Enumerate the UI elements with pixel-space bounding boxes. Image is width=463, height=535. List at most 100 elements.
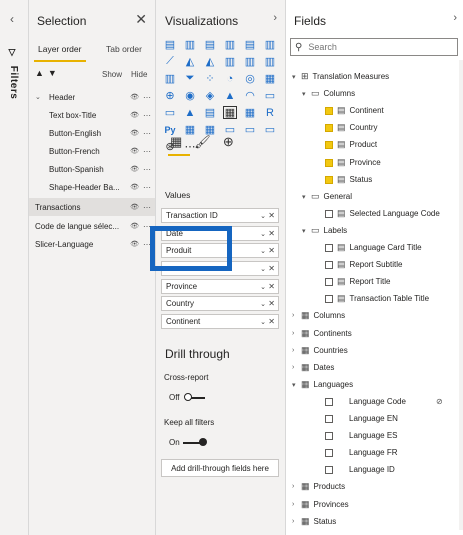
field-row[interactable]: ▤ Province	[316, 154, 381, 171]
remove-icon[interactable]: ✕	[268, 229, 275, 238]
field-row[interactable]: › ▦ Continents	[292, 325, 352, 342]
ribbon-icon[interactable]: ▥	[263, 55, 277, 68]
treemap-icon[interactable]: ▦	[263, 72, 277, 85]
paginated-icon[interactable]: ▭	[263, 123, 277, 136]
expand-toggle-icon[interactable]: ▾	[302, 227, 311, 235]
eye-icon[interactable]: 👁	[130, 203, 139, 211]
eye-icon[interactable]: 👁	[130, 93, 139, 101]
chevron-left-icon[interactable]: ‹	[10, 12, 14, 26]
expand-toggle-icon[interactable]: ▾	[302, 193, 311, 201]
line-clustered-icon[interactable]: ▥	[243, 55, 257, 68]
close-icon[interactable]: ✕	[135, 11, 147, 28]
field-row[interactable]: ▤ Transaction Table Title	[316, 290, 429, 307]
field-checkbox[interactable]	[325, 106, 333, 115]
field-checkbox[interactable]	[325, 175, 333, 184]
field-row[interactable]: ▤ Selected Language Code	[316, 205, 440, 222]
field-row[interactable]: Language FR	[316, 444, 397, 461]
chevron-down-icon[interactable]: ⌄	[260, 318, 266, 326]
selection-item[interactable]: Slicer-Language 👁 ⋯	[29, 235, 155, 253]
filters-label[interactable]: ▽ Filters	[8, 48, 19, 99]
gauge-icon[interactable]: ◠	[243, 89, 257, 102]
remove-icon[interactable]: ✕	[268, 299, 275, 308]
card-icon[interactable]: ▭	[263, 89, 277, 102]
more-options-icon[interactable]: ⋯	[143, 147, 151, 156]
chevron-down-icon[interactable]: ⌄	[260, 265, 266, 273]
chevron-down-icon[interactable]: ⌄	[260, 300, 266, 308]
value-well[interactable]: Transaction ID ⌄ ✕	[161, 208, 279, 223]
move-down-icon[interactable]: ▼	[48, 68, 61, 78]
selection-item[interactable]: Button-English 👁 ⋯	[29, 124, 155, 142]
expand-toggle-icon[interactable]: ▾	[292, 381, 301, 389]
expand-toggle-icon[interactable]: ›	[292, 347, 301, 354]
field-row[interactable]: ▤ Continent	[316, 102, 384, 119]
field-checkbox[interactable]	[325, 414, 333, 423]
field-row[interactable]: ▾ ▭ General	[302, 188, 352, 205]
field-row[interactable]: › ▦ Status	[292, 513, 336, 530]
field-row[interactable]: Language ID	[316, 461, 395, 478]
hidden-eye-icon[interactable]: ⊘	[436, 397, 443, 406]
expand-toggle-icon[interactable]: ›	[292, 364, 301, 371]
selection-item[interactable]: ⌄ Header 👁 ⋯	[29, 88, 155, 106]
selection-item[interactable]: Code de langue sélec... 👁 ⋯	[29, 217, 155, 235]
field-row[interactable]: › ▦ Columns	[292, 307, 345, 324]
matrix-icon[interactable]: ▦	[243, 106, 257, 119]
more-options-icon[interactable]: ⋯	[143, 93, 151, 102]
field-row[interactable]: ▾ ▭ Columns	[302, 85, 355, 102]
eye-icon[interactable]: 👁	[130, 183, 139, 191]
move-arrows[interactable]: ▲▼	[35, 68, 61, 78]
field-row[interactable]: ▾ ▭ Labels	[302, 222, 347, 239]
field-row[interactable]: ▤ Country	[316, 119, 378, 136]
field-checkbox[interactable]	[325, 277, 333, 286]
expand-toggle-icon[interactable]: ›	[292, 330, 301, 337]
eye-icon[interactable]: 👁	[130, 111, 139, 119]
waterfall-icon[interactable]: ▥	[163, 72, 177, 85]
eye-icon[interactable]: 👁	[130, 129, 139, 137]
field-row[interactable]: ▤ Report Subtitle	[316, 256, 402, 273]
chevron-down-icon[interactable]: ⌄	[260, 247, 266, 255]
field-row[interactable]: › ▦ Dates	[292, 359, 334, 376]
clustered-column-icon[interactable]: ▥	[223, 38, 237, 51]
shape-map-icon[interactable]: ◈	[203, 89, 217, 102]
eye-icon[interactable]: 👁	[130, 222, 139, 230]
more-options-icon[interactable]: ⋯	[143, 129, 151, 138]
field-checkbox[interactable]	[325, 431, 333, 440]
line-column-icon[interactable]: ▥	[223, 55, 237, 68]
multi-card-icon[interactable]: ▭	[163, 106, 177, 119]
100-bar-icon[interactable]: ▤	[243, 38, 257, 51]
scrollbar[interactable]	[459, 60, 463, 530]
value-well[interactable]: Country ⌄ ✕	[161, 296, 279, 311]
field-row[interactable]: Language ES	[316, 427, 398, 444]
chevron-right-icon[interactable]: ›	[273, 12, 277, 24]
field-row[interactable]: › ▦ Provinces	[292, 496, 349, 513]
field-row[interactable]: Language EN	[316, 410, 398, 427]
format-paint-icon[interactable]: 🖌	[194, 134, 211, 150]
selection-item[interactable]: Button-Spanish 👁 ⋯	[29, 160, 155, 178]
field-checkbox[interactable]	[325, 465, 333, 474]
field-checkbox[interactable]	[325, 158, 333, 167]
field-row[interactable]: ▤ Language Card Title	[316, 239, 422, 256]
more-options-icon[interactable]: ⋯	[143, 111, 151, 120]
show-all-button[interactable]: Show	[102, 70, 122, 79]
100-column-icon[interactable]: ▥	[263, 38, 277, 51]
chevron-down-icon[interactable]: ⌄	[260, 283, 266, 291]
eye-icon[interactable]: 👁	[130, 165, 139, 173]
selection-item[interactable]: Text box-Title 👁 ⋯	[29, 106, 155, 124]
tab-layer-order[interactable]: Layer order	[38, 44, 81, 54]
field-row[interactable]: ▤ Report Title	[316, 273, 390, 290]
smart-narrative-icon[interactable]: ▭	[243, 123, 257, 136]
slicer-icon[interactable]: ▤	[203, 106, 217, 119]
fields-tab-icon[interactable]: ▦	[170, 134, 182, 150]
value-well[interactable]: Province ⌄ ✕	[161, 279, 279, 294]
selection-item[interactable]: Button-French 👁 ⋯	[29, 142, 155, 160]
cross-report-knob[interactable]	[184, 393, 192, 401]
field-checkbox[interactable]	[325, 260, 333, 269]
expand-toggle-icon[interactable]: ▾	[302, 90, 311, 98]
more-options-icon[interactable]: ⋯	[143, 203, 151, 212]
field-checkbox[interactable]	[325, 397, 333, 406]
value-well[interactable]: Continent ⌄ ✕	[161, 314, 279, 329]
field-checkbox[interactable]	[325, 123, 333, 132]
azure-map-icon[interactable]: ▲	[223, 89, 237, 102]
field-row[interactable]: ▤ Product	[316, 136, 377, 153]
field-row[interactable]: ▾ ▦ Languages	[292, 376, 353, 393]
donut-icon[interactable]: ◎	[243, 72, 257, 85]
